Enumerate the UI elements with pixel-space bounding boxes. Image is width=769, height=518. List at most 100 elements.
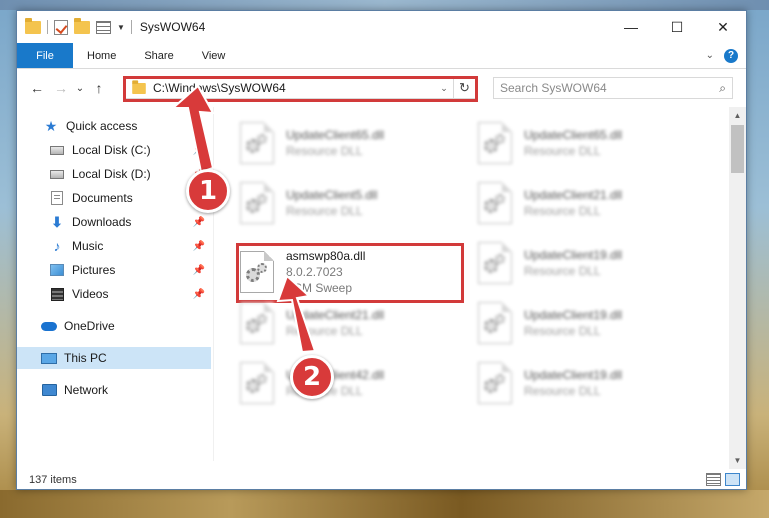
file-name: UpdateClient5.dll: [286, 188, 378, 202]
file-description: Resource DLL: [524, 144, 601, 158]
title-bar: ▼ SysWOW64 — ☐ ✕: [17, 11, 746, 43]
tab-share[interactable]: Share: [130, 43, 187, 68]
pictures-icon: [50, 264, 64, 276]
address-history-chevron-icon[interactable]: ⌄: [435, 83, 453, 94]
sidebar-item-videos[interactable]: Videos 📌: [17, 283, 211, 305]
file-description: Resource DLL: [286, 204, 363, 218]
file-description: Resource DLL: [524, 324, 601, 338]
dll-file-icon: [240, 302, 274, 344]
file-name: asmswp80a.dll: [286, 249, 366, 263]
sidebar-item-local-disk-d[interactable]: Local Disk (D:) 📌: [17, 163, 211, 185]
file-tile[interactable]: UpdateClient19.dll Resource DLL: [452, 297, 672, 349]
vertical-scrollbar[interactable]: ▲ ▼: [729, 107, 746, 469]
file-name: UpdateClient21.dll: [286, 308, 385, 322]
close-button[interactable]: ✕: [700, 11, 746, 43]
search-icon[interactable]: ⌕: [719, 81, 726, 96]
ribbon-tabs: File Home Share View ⌄ ?: [17, 43, 746, 69]
tab-view[interactable]: View: [188, 43, 240, 68]
sidebar-item-downloads[interactable]: ⬇ Downloads 📌: [17, 211, 211, 233]
pin-icon[interactable]: 📌: [193, 217, 205, 228]
window-controls: — ☐ ✕: [608, 11, 746, 43]
file-name: UpdateClient65.dll: [524, 128, 623, 142]
drive-icon: [50, 169, 64, 179]
scroll-up-arrow-icon[interactable]: ▲: [729, 107, 746, 124]
scroll-thumb[interactable]: [731, 125, 744, 173]
address-bar[interactable]: C:\Windows\SysWOW64 ⌄ ↻: [125, 77, 476, 99]
sidebar-item-label: Pictures: [72, 263, 116, 277]
sidebar-item-label: Quick access: [66, 119, 138, 133]
sidebar-item-label: Music: [72, 239, 104, 253]
folder-icon: [25, 17, 41, 34]
file-description: Resource DLL: [524, 204, 601, 218]
quick-access-toolbar: ▼: [17, 17, 132, 35]
star-icon: ★: [44, 117, 58, 134]
file-tile[interactable]: UpdateClient5.dll Resource DLL: [214, 177, 434, 229]
file-name: UpdateClient19.dll: [524, 308, 623, 322]
tab-file[interactable]: File: [17, 43, 73, 68]
file-description: Resource DLL: [286, 144, 363, 158]
file-description: ASM Sweep: [286, 281, 353, 295]
file-tile[interactable]: UpdateClient19.dll Resource DLL: [452, 357, 672, 409]
recent-locations-dropdown[interactable]: ⌄: [73, 76, 87, 100]
file-tile[interactable]: UpdateClient21.dll Resource DLL: [452, 177, 672, 229]
properties-icon[interactable]: [96, 20, 111, 34]
cloud-icon: [41, 321, 57, 331]
file-tile[interactable]: UpdateClient19.dll Resource DLL: [452, 237, 672, 289]
new-folder-icon[interactable]: [74, 17, 90, 34]
sidebar-item-pictures[interactable]: Pictures 📌: [17, 259, 211, 281]
sidebar-item-label: Videos: [72, 287, 109, 301]
sidebar-item-quick-access[interactable]: ★ Quick access: [17, 115, 211, 137]
toolbar-separator: [130, 20, 132, 34]
file-tile[interactable]: UpdateClient21.dll Resource DLL: [214, 297, 434, 349]
tiles-view-icon[interactable]: [725, 473, 740, 486]
pin-icon[interactable]: 📌: [193, 265, 205, 276]
customize-toolbar-dropdown-icon[interactable]: ▼: [117, 23, 125, 32]
sidebar-item-documents[interactable]: Documents 📌: [17, 187, 211, 209]
minimize-button[interactable]: —: [608, 11, 654, 43]
back-button[interactable]: ←: [25, 76, 49, 100]
sidebar-item-this-pc[interactable]: This PC: [17, 347, 211, 369]
desktop-background-top: [0, 0, 769, 10]
ribbon-right-controls: ⌄ ?: [706, 43, 746, 68]
refresh-button[interactable]: ↻: [453, 78, 475, 98]
step-1-badge: 1: [186, 169, 230, 213]
search-placeholder: Search SysWOW64: [500, 81, 607, 95]
details-view-icon[interactable]: [706, 473, 721, 486]
file-tile[interactable]: UpdateClient65.dll Resource DLL: [214, 117, 434, 169]
maximize-button[interactable]: ☐: [654, 11, 700, 43]
file-name: UpdateClient19.dll: [524, 368, 623, 382]
file-description: Resource DLL: [524, 264, 601, 278]
scroll-down-arrow-icon[interactable]: ▼: [729, 452, 746, 469]
file-tile[interactable]: UpdateClient65.dll Resource DLL: [452, 117, 672, 169]
sidebar-item-label: Network: [64, 383, 109, 397]
forward-button[interactable]: →: [49, 76, 73, 100]
properties-check-icon[interactable]: [54, 19, 68, 35]
pin-icon[interactable]: 📌: [193, 145, 205, 156]
pin-icon[interactable]: 📌: [193, 289, 205, 300]
sidebar-item-local-disk-c[interactable]: Local Disk (C:) 📌: [17, 139, 211, 161]
sidebar-item-label: OneDrive: [64, 319, 115, 333]
navigation-pane: ★ Quick access Local Disk (C:) 📌 Local D…: [17, 115, 213, 461]
dll-file-icon: [240, 362, 274, 404]
help-icon[interactable]: ?: [724, 48, 738, 63]
sidebar-item-onedrive[interactable]: OneDrive: [17, 315, 211, 337]
address-path[interactable]: C:\Windows\SysWOW64: [153, 81, 435, 95]
up-button[interactable]: ↑: [87, 76, 111, 100]
window-title: SysWOW64: [139, 20, 206, 34]
sidebar-item-network[interactable]: Network: [17, 379, 211, 401]
expand-ribbon-chevron-icon[interactable]: ⌄: [706, 50, 714, 61]
pc-icon: [41, 352, 57, 364]
file-name: UpdateClient21.dll: [524, 188, 623, 202]
sidebar-item-music[interactable]: ♪ Music 📌: [17, 235, 211, 257]
file-tile-asmswp80a[interactable]: asmswp80a.dll 8.0.2.7023 ASM Sweep: [214, 243, 434, 301]
view-toggle: [706, 473, 740, 486]
file-explorer-window: ▼ SysWOW64 — ☐ ✕ File Home Share View ⌄ …: [16, 10, 747, 490]
dll-file-icon: [240, 122, 274, 164]
tab-home[interactable]: Home: [73, 43, 130, 68]
search-input[interactable]: Search SysWOW64 ⌕: [493, 77, 733, 99]
pin-icon[interactable]: 📌: [193, 241, 205, 252]
step-2-badge: 2: [290, 355, 334, 399]
dll-file-icon: [240, 251, 274, 293]
sidebar-item-label: Local Disk (C:): [72, 143, 151, 157]
sidebar-item-label: This PC: [64, 351, 107, 365]
